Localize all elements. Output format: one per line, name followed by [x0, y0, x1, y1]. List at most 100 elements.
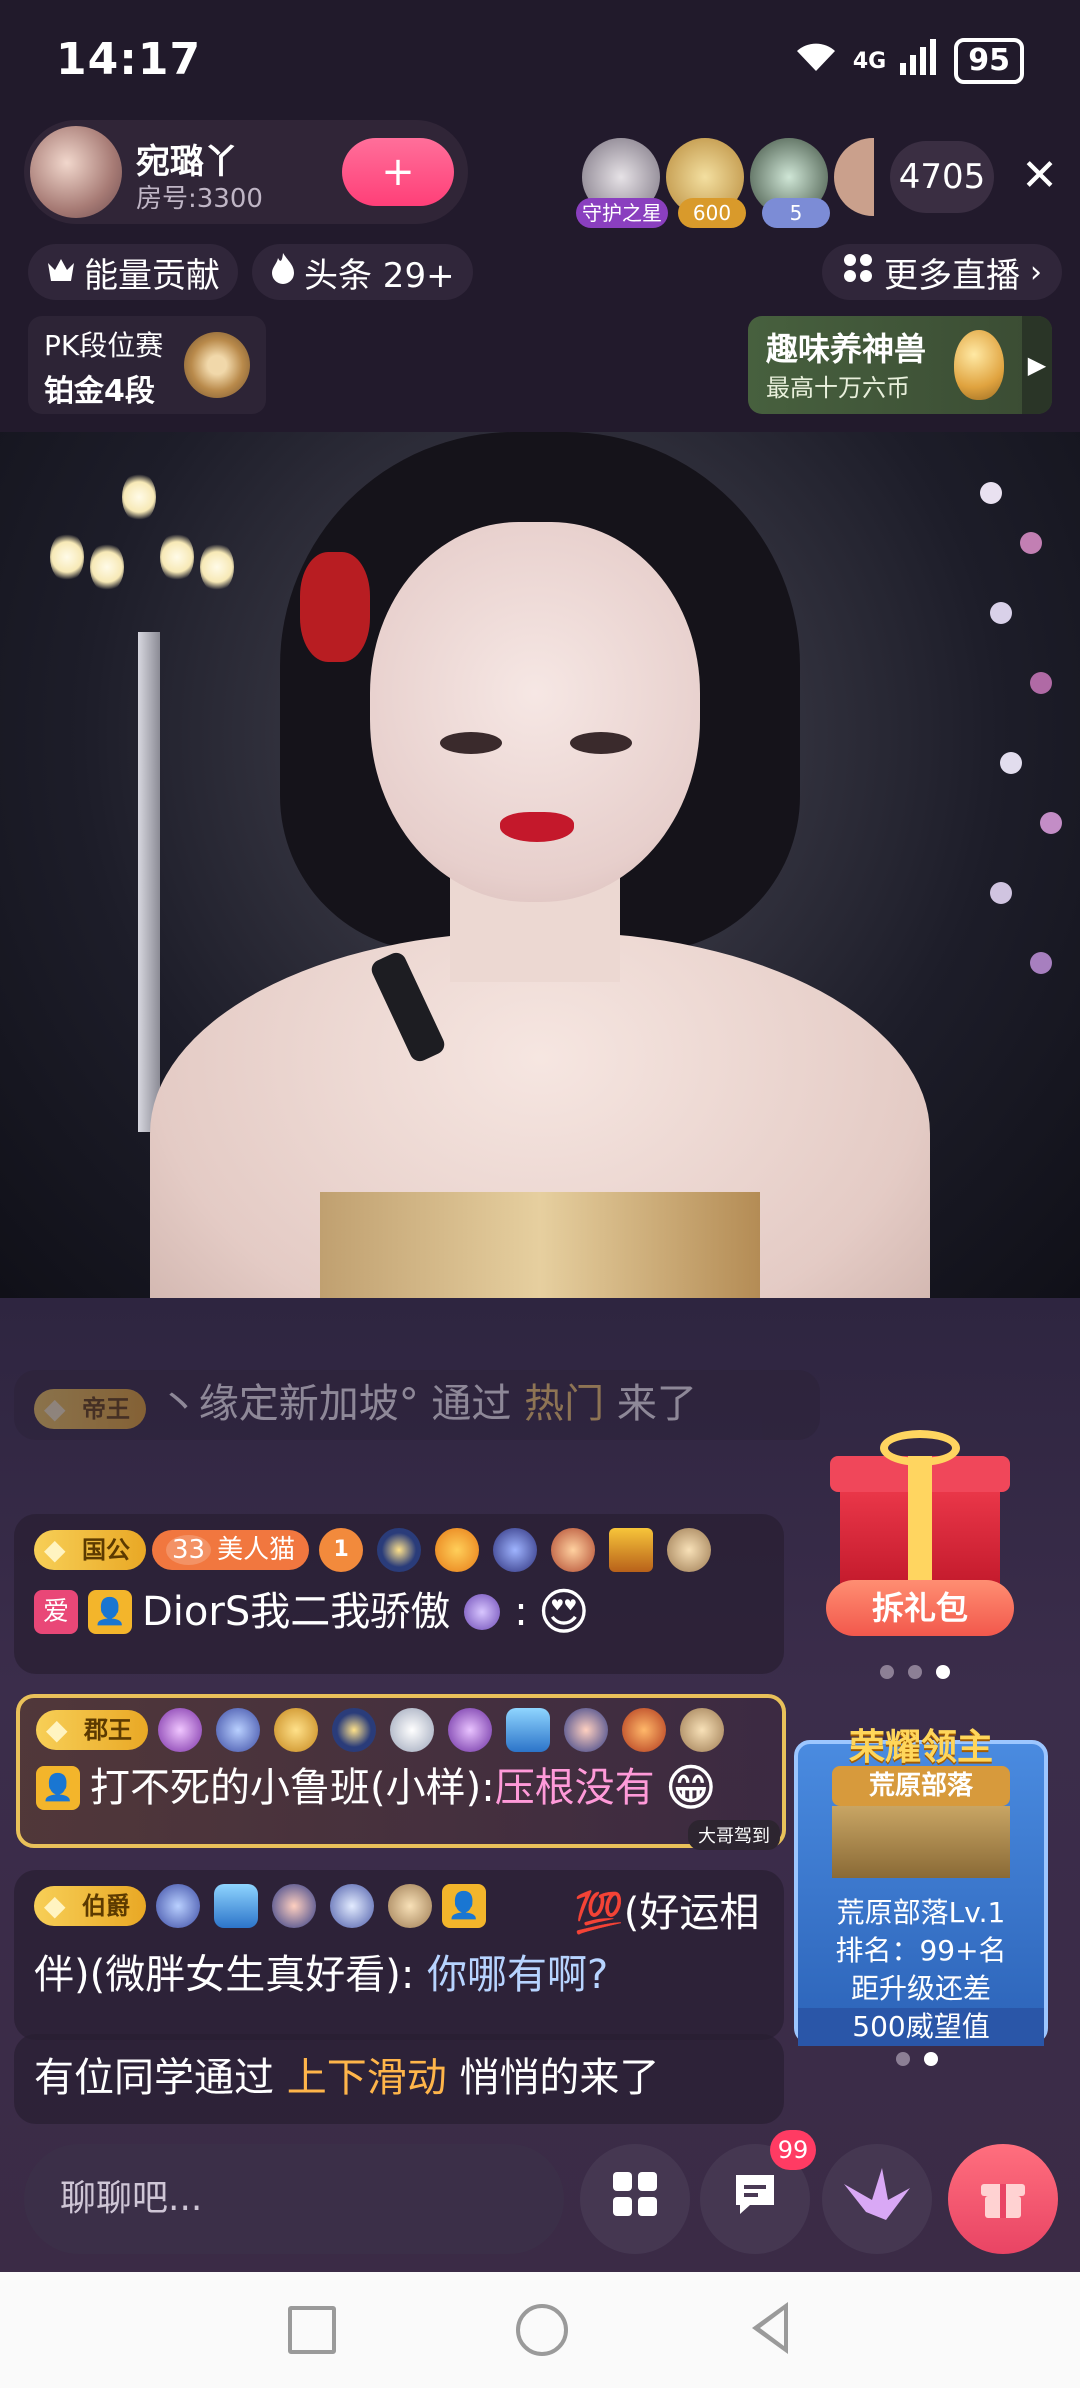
upgrade-hint: 距升级还差 [850, 1972, 991, 2005]
play-arrow-icon[interactable]: ▶ [1022, 316, 1052, 414]
compass-medal-icon [377, 1528, 422, 1572]
energy-contribution-button[interactable]: 能量贡献 [28, 244, 238, 300]
pk-title: PK段位赛 [44, 329, 164, 362]
close-icon[interactable]: ✕ [1021, 150, 1058, 201]
tribe-name: 荒原部落 [832, 1766, 1010, 1806]
tribe-image [832, 1806, 1010, 1878]
carousel-dots [880, 1665, 950, 1679]
home-icon[interactable] [516, 2304, 568, 2356]
chat-text: 丶缘定新加坡° 通过 [158, 1381, 525, 1427]
chat-highlight: 上下滑动 [286, 2055, 447, 2101]
tribe-rank: 排名：99+名 [835, 1934, 1007, 1967]
recent-apps-icon[interactable] [288, 2306, 336, 2354]
header-chips: 能量贡献 头条 29+ [28, 244, 473, 300]
carousel-dots [896, 2052, 938, 2066]
chevron-right-icon: › [1030, 254, 1042, 290]
shield-medal-icon [680, 1708, 724, 1752]
chat-input[interactable]: 聊聊吧... [24, 2144, 564, 2254]
viewer-list[interactable]: 守护之星 600 5 4705 [576, 138, 994, 228]
status-bar: 14:17 4G 95 [0, 0, 1080, 120]
crown-medal-icon [158, 1708, 202, 1752]
chat-message[interactable]: 帝王 丶缘定新加坡° 通过 热门 来了 [14, 1370, 820, 1440]
grid-icon [842, 252, 874, 293]
status-icons: 4G 95 [793, 38, 1024, 84]
messages-button[interactable]: 99 [700, 2130, 816, 2254]
love-tag: 爱 [34, 1590, 78, 1634]
gift-button[interactable] [948, 2144, 1058, 2254]
wing-medal-icon [551, 1528, 596, 1572]
lion-medal-icon [435, 1528, 480, 1572]
chat-username[interactable]: 打不死的小鲁班(小样): [90, 1760, 495, 1816]
viewer-avatar[interactable] [834, 138, 874, 216]
chat-content: 你哪有啊? [427, 1952, 609, 1998]
chat-message-body: 💯(好运相伴)(微胖女生真好看): 你哪有啊? [34, 1882, 774, 2006]
chat-text: 来了 [604, 1381, 697, 1427]
heart-eyes-emoji-icon: 😍 [537, 1583, 590, 1641]
battery-indicator: 95 [954, 38, 1024, 84]
headline-button[interactable]: 头条 29+ [252, 244, 473, 300]
crest-medal-icon [493, 1528, 538, 1572]
hex-medal-icon [506, 1708, 550, 1752]
more-apps-button[interactable] [580, 2144, 690, 2254]
user-icon: 👤 [36, 1766, 80, 1810]
live-header: 宛璐丫 房号:3300 + 守护之星 600 5 4705 ✕ 能量贡献 头条 … [0, 120, 1080, 432]
tribe-level: 荒原部落Lv.1 [836, 1896, 1006, 1929]
beast-title: 趣味养神兽 [766, 330, 927, 368]
anchor-info[interactable]: 宛璐丫 房号:3300 + [24, 120, 468, 224]
viewer-score-badge: 5 [762, 198, 830, 228]
chat-message[interactable]: 国公 33美人猫 1 爱 👤 DiorS我二我骄傲 : 😍 [14, 1514, 784, 1674]
bead-curtain-decor [970, 452, 1070, 1032]
pk-medal-icon [184, 332, 250, 398]
chat-username[interactable]: 💯(好运相伴)(微胖女生真好看): [34, 1890, 759, 1998]
chat-text: 有位同学通过 [34, 2055, 287, 2101]
more-live-label: 更多直播 [884, 255, 1020, 296]
shield-medal-icon [667, 1528, 712, 1572]
chat-system-message: 有位同学通过 上下滑动 悄悄的来了 [14, 2034, 784, 2124]
six-medal-icon [274, 1708, 318, 1752]
viewer-avatar[interactable]: 600 [666, 138, 746, 228]
swirl-medal-icon [390, 1708, 434, 1752]
viewer-avatar[interactable]: 5 [750, 138, 830, 228]
headline-label: 头条 29+ [304, 255, 455, 296]
message-count-badge: 99 [770, 2130, 816, 2170]
pk-rank-widget[interactable]: PK段位赛 铂金4段 [28, 316, 266, 414]
prestige-needed: 500威望值 [798, 2008, 1044, 2046]
paper-crane-icon [842, 2164, 912, 2235]
viewer-count[interactable]: 4705 [890, 141, 994, 213]
anchor-avatar[interactable] [30, 126, 122, 218]
user-icon: 👤 [88, 1590, 132, 1634]
gift-pack-widget[interactable]: 拆礼包 [820, 1430, 1020, 1650]
live-video[interactable] [0, 432, 1080, 1298]
flag-medal-icon [609, 1528, 654, 1572]
level-number: 33 [166, 1535, 212, 1565]
follow-button[interactable]: + [342, 138, 454, 206]
status-time: 14:17 [56, 34, 202, 85]
wing-medal-icon [216, 1708, 260, 1752]
chat-message-vip[interactable]: 郡王 👤 打不死的小鲁班(小样): 压根没有 😁 大哥驾到 [16, 1694, 786, 1850]
chat-text: 悄悄的来了 [446, 2055, 660, 2101]
gift-box-icon [975, 2166, 1031, 2233]
cross-medal-icon [448, 1708, 492, 1752]
open-gift-button[interactable]: 拆礼包 [826, 1580, 1014, 1636]
grin-emoji-icon: 😁 [664, 1759, 717, 1817]
star-medal-icon: 1 [319, 1528, 364, 1572]
anchor-name: 宛璐丫 [136, 142, 238, 182]
rank-tag: 帝王 [34, 1389, 146, 1429]
viewer-score-badge: 600 [678, 198, 746, 228]
paper-crane-button[interactable] [822, 2144, 932, 2254]
back-icon[interactable] [752, 2302, 788, 2354]
compass-medal-icon [332, 1708, 376, 1752]
chat-content: 压根没有 [494, 1765, 655, 1811]
viewer-avatar[interactable]: 守护之星 [576, 138, 668, 228]
chat-highlight: 热门 [524, 1381, 605, 1427]
rocket-medal-icon [564, 1708, 608, 1752]
flame-icon [270, 252, 296, 293]
more-live-button[interactable]: 更多直播 › [822, 244, 1062, 300]
wifi-icon [793, 39, 839, 83]
honor-lord-widget[interactable]: 荣耀领主 荒原部落 荒原部落Lv.1 排名：99+名 距升级还差 500威望值 [794, 1727, 1048, 2046]
gift-icon [880, 1430, 960, 1466]
network-label: 4G [852, 48, 887, 74]
message-bubble-icon [730, 2169, 780, 2230]
beast-banner[interactable]: 趣味养神兽 最高十万六币 ▶ [748, 316, 1052, 414]
chat-username[interactable]: DiorS我二我骄傲 [142, 1584, 450, 1640]
